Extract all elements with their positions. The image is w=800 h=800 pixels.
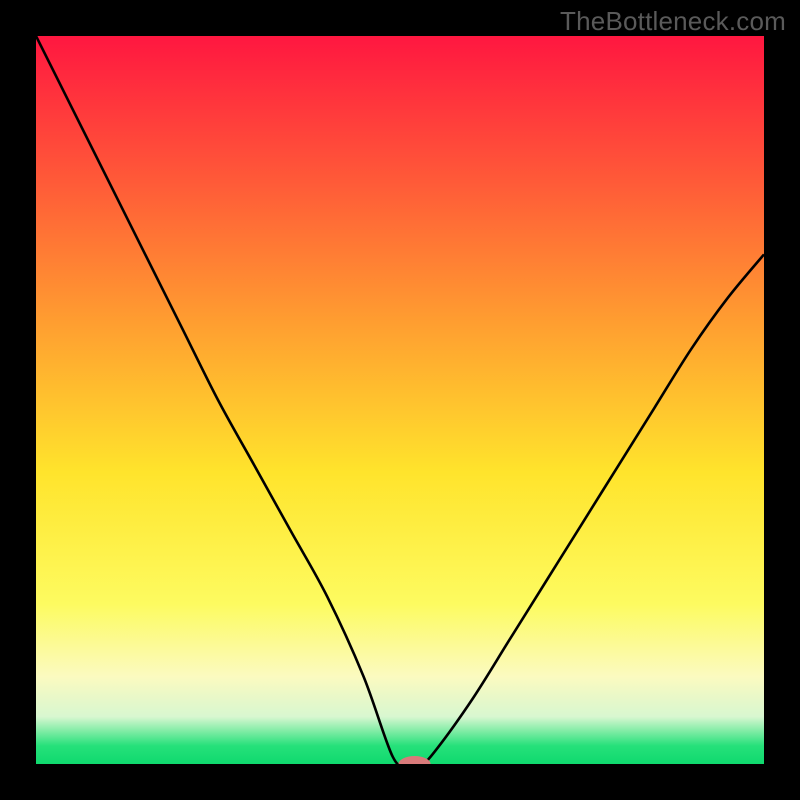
chart-container: TheBottleneck.com bbox=[0, 0, 800, 800]
watermark-text: TheBottleneck.com bbox=[560, 6, 786, 37]
chart-background bbox=[36, 36, 764, 764]
bottleneck-chart bbox=[36, 36, 764, 764]
